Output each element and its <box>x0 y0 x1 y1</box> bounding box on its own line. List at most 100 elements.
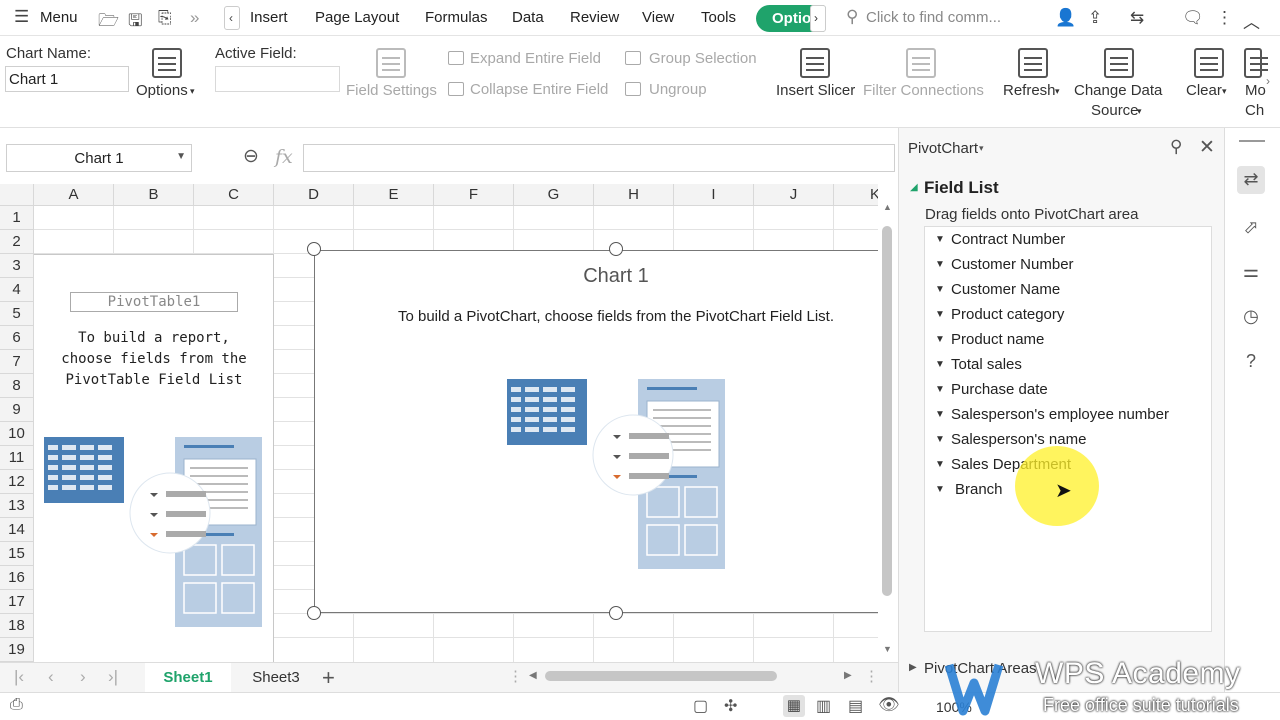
history-clock-icon[interactable]: ◷ <box>1237 303 1265 331</box>
reading-mode-icon[interactable]: 👁 <box>878 695 900 715</box>
field-list-collapse-icon[interactable]: ◢ <box>910 182 918 193</box>
column-header[interactable]: B <box>114 184 194 206</box>
properties-sliders-icon[interactable]: ⚌ <box>1237 258 1265 286</box>
row-header[interactable]: 13 <box>0 494 34 518</box>
more-quick-access-icon[interactable]: » <box>190 8 199 28</box>
field-item[interactable]: ▼ Total sales <box>935 356 1022 373</box>
refresh-icon[interactable] <box>1018 48 1048 78</box>
move-chart-button[interactable]: Mo <box>1245 82 1266 99</box>
options-button[interactable]: Options <box>136 82 188 99</box>
next-sheet-icon[interactable]: › <box>80 667 86 687</box>
pane-title-dropdown-icon[interactable]: ▾ <box>979 143 984 154</box>
zoom-formula-icon[interactable]: ⊖ <box>243 145 259 168</box>
field-item[interactable]: ▼ Contract Number <box>935 231 1065 248</box>
tab-formulas[interactable]: Formulas <box>425 9 488 26</box>
row-header[interactable]: 11 <box>0 446 34 470</box>
tab-page-layout[interactable]: Page Layout <box>315 9 399 26</box>
chevron-down-icon[interactable]: ▼ <box>935 459 951 470</box>
chevron-down-icon[interactable]: ▼ <box>935 334 951 345</box>
help-icon[interactable]: ? <box>1237 348 1265 376</box>
scroll-left-icon[interactable]: ◀ <box>529 670 537 681</box>
pane-title-dropdown[interactable]: PivotChart <box>908 140 978 157</box>
ribbon-scroll-right-icon[interactable]: › <box>1266 74 1270 88</box>
chevron-down-icon[interactable]: ▼ <box>935 309 951 320</box>
field-item[interactable]: ▼ Purchase date <box>935 381 1048 398</box>
column-header[interactable]: D <box>274 184 354 206</box>
column-header[interactable]: F <box>434 184 514 206</box>
scroll-down-icon[interactable]: ▼ <box>883 644 892 654</box>
chevron-down-icon[interactable]: ▼ <box>935 259 951 270</box>
field-item[interactable]: ▼ Product name <box>935 331 1044 348</box>
field-item[interactable]: ▼ Salesperson's employee number <box>935 406 1169 423</box>
select-all-corner[interactable] <box>0 184 34 206</box>
name-box-dropdown-icon[interactable]: ▼ <box>176 151 186 162</box>
last-sheet-icon[interactable]: ›| <box>108 667 118 687</box>
row-header[interactable]: 7 <box>0 350 34 374</box>
pin-icon[interactable]: ⚲ <box>1170 137 1182 157</box>
share-icon[interactable]: ⇪ <box>1088 8 1102 28</box>
chart-resize-handle-bottom-left[interactable] <box>307 606 321 620</box>
page-layout-view-icon[interactable]: ▥ <box>816 696 831 716</box>
row-header[interactable]: 19 <box>0 638 34 662</box>
field-item[interactable]: ▼ Product category <box>935 306 1064 323</box>
column-header[interactable]: C <box>194 184 274 206</box>
collapse-ribbon-icon[interactable]: ︿ <box>1243 8 1260 33</box>
field-item[interactable]: ▼ Salesperson's name <box>935 431 1086 448</box>
tabs-scroll-right-icon[interactable]: › <box>810 5 826 32</box>
row-header[interactable]: 3 <box>0 254 34 278</box>
row-header[interactable]: 1 <box>0 206 34 230</box>
page-view-icon[interactable]: ▢ <box>693 696 708 716</box>
save-icon[interactable]: 🖫 <box>128 8 142 37</box>
column-header[interactable]: I <box>674 184 754 206</box>
column-header[interactable]: G <box>514 184 594 206</box>
fx-icon[interactable]: fx <box>275 146 293 168</box>
move-chart-icon[interactable] <box>1244 48 1268 78</box>
chart-name-input[interactable]: Chart 1 <box>5 66 129 92</box>
chevron-down-icon[interactable]: ▼ <box>935 409 951 420</box>
comment-icon[interactable]: 🗨 <box>1182 8 1204 28</box>
column-header[interactable]: K <box>834 184 878 206</box>
change-data-source-icon[interactable] <box>1104 48 1134 78</box>
active-field-input[interactable] <box>215 66 340 92</box>
sheet-tab-sheet1[interactable]: Sheet1 <box>145 663 231 693</box>
chevron-down-icon[interactable]: ▼ <box>935 384 951 395</box>
row-header[interactable]: 14 <box>0 518 34 542</box>
chevron-down-icon[interactable]: ▼ <box>935 484 951 495</box>
chevron-down-icon[interactable]: ▼ <box>935 359 951 370</box>
refresh-dropdown-icon[interactable]: ▾ <box>1055 86 1060 97</box>
export-pdf-icon[interactable]: ⎘ <box>158 8 172 28</box>
row-header[interactable]: 4 <box>0 278 34 302</box>
row-header[interactable]: 16 <box>0 566 34 590</box>
macro-icon[interactable]: ⎙ <box>10 696 23 714</box>
chart-resize-handle-bottom[interactable] <box>609 606 623 620</box>
chevron-down-icon[interactable]: ▼ <box>935 434 951 445</box>
sheet-tab-sheet3[interactable]: Sheet3 <box>236 663 316 693</box>
insert-slicer-button[interactable]: Insert Slicer <box>776 82 855 99</box>
change-data-source-button[interactable]: Change Data <box>1074 82 1162 99</box>
page-break-view-icon[interactable]: ▤ <box>848 696 863 716</box>
row-header[interactable]: 10 <box>0 422 34 446</box>
first-sheet-icon[interactable]: |‹ <box>14 667 24 687</box>
row-header[interactable]: 18 <box>0 614 34 638</box>
formula-input[interactable] <box>303 144 895 172</box>
vertical-scroll-thumb[interactable] <box>882 226 892 596</box>
tab-view[interactable]: View <box>642 9 674 26</box>
options-dropdown-icon[interactable]: ▾ <box>190 86 195 97</box>
move-chart-button-line2[interactable]: Ch <box>1245 102 1264 119</box>
clear-icon[interactable] <box>1194 48 1224 78</box>
row-header[interactable]: 15 <box>0 542 34 566</box>
horizontal-scroll-thumb[interactable] <box>545 671 777 681</box>
name-box[interactable]: Chart 1 ▼ <box>6 144 192 172</box>
freeze-panes-icon[interactable]: ✣ <box>724 696 737 716</box>
tab-data[interactable]: Data <box>512 9 544 26</box>
field-item[interactable]: ▼ Branch <box>935 481 1003 498</box>
open-folder-icon[interactable]: 🗁 <box>98 8 119 37</box>
split-view-icon[interactable]: ⋮ <box>864 667 879 685</box>
clear-button[interactable]: Clear <box>1186 82 1222 99</box>
more-icon[interactable]: ⋮ <box>1216 8 1233 28</box>
close-icon[interactable]: ✕ <box>1199 136 1215 159</box>
row-header[interactable]: 17 <box>0 590 34 614</box>
command-search-input[interactable]: Click to find comm... <box>866 9 1001 26</box>
history-icon[interactable]: ⇆ <box>1130 8 1144 28</box>
change-data-source-dropdown-icon[interactable]: ▾ <box>1137 106 1142 117</box>
